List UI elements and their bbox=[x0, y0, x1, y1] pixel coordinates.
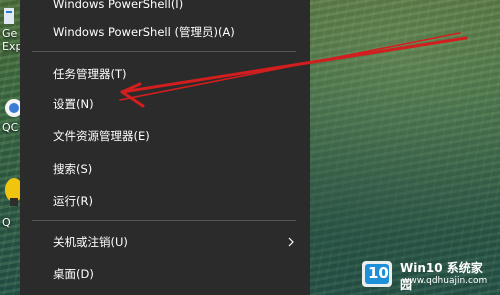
watermark-url: www.qdhuajin.com bbox=[402, 276, 488, 286]
watermark-badge: 10 bbox=[368, 264, 389, 282]
annotation-arrow bbox=[119, 32, 468, 108]
site-watermark: 10 Win10 系统家园 www.qdhuajin.com bbox=[362, 257, 494, 292]
